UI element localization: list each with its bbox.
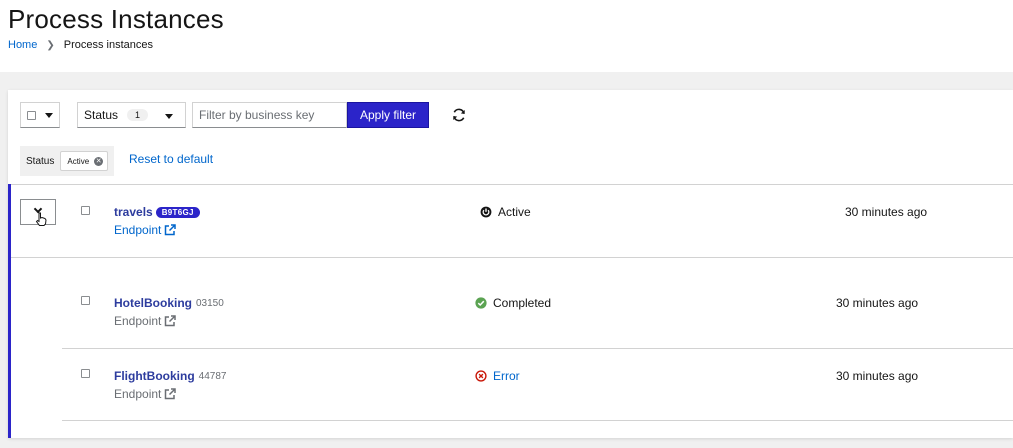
state-label: Active <box>498 205 531 219</box>
refresh-icon[interactable] <box>451 107 467 123</box>
business-key-text: 44787 <box>198 370 227 382</box>
business-key-badge: B9T6GJ <box>155 206 200 218</box>
breadcrumb: Home ❯ Process instances <box>8 39 153 51</box>
chip-group-category: Status <box>26 155 55 167</box>
last-update-text: 30 minutes ago <box>845 205 928 219</box>
business-key-text: 03150 <box>196 297 224 309</box>
row-divider <box>8 257 1013 258</box>
error-circle-icon <box>475 370 487 382</box>
business-key-filter-input[interactable] <box>192 102 347 128</box>
caret-down-icon <box>45 112 53 118</box>
process-list-card: Status 1 Apply filter Status Active ✕ Re… <box>8 90 1013 438</box>
hand-pointer-icon <box>35 212 47 226</box>
endpoint-label: Endpoint <box>114 387 162 401</box>
caret-down-icon <box>165 114 173 119</box>
page-header: Process Instances Home ❯ Process instanc… <box>0 0 1013 72</box>
process-name-link[interactable]: FlightBooking <box>114 369 195 383</box>
row-checkbox[interactable] <box>81 206 90 215</box>
bulk-select-dropdown[interactable] <box>20 102 60 128</box>
state-cell: Active <box>480 205 531 219</box>
status-chip-label: Active <box>67 156 90 166</box>
breadcrumb-current: Process instances <box>63 39 153 51</box>
table-row-name: travels B9T6GJ <box>114 205 200 219</box>
table-row-name: HotelBooking 03150 <box>114 296 224 310</box>
state-cell: Completed <box>475 296 551 310</box>
reset-to-default-link[interactable]: Reset to default <box>129 152 213 166</box>
expanded-row-indicator <box>8 184 11 438</box>
endpoint-link[interactable]: Endpoint <box>114 314 177 328</box>
external-link-icon <box>165 388 177 400</box>
apply-filter-button[interactable]: Apply filter <box>347 102 429 128</box>
status-filter-count-badge: 1 <box>127 109 149 121</box>
bulk-select-checkbox[interactable] <box>27 110 36 120</box>
close-circle-icon[interactable]: ✕ <box>94 156 104 166</box>
chevron-right-icon: ❯ <box>46 39 55 51</box>
row-checkbox[interactable] <box>81 296 90 305</box>
check-circle-icon <box>475 297 487 309</box>
status-chip-group: Status Active ✕ <box>20 146 115 176</box>
row-checkbox[interactable] <box>81 369 90 378</box>
process-name-link[interactable]: travels <box>114 205 153 219</box>
state-cell[interactable]: Error <box>475 369 520 383</box>
status-chip: Active ✕ <box>60 151 109 171</box>
row-divider <box>8 184 1013 185</box>
last-update-text: 30 minutes ago <box>836 369 919 383</box>
status-filter-dropdown[interactable]: Status 1 <box>77 102 186 128</box>
endpoint-label: Endpoint <box>114 223 162 237</box>
row-divider <box>62 348 1013 349</box>
power-icon <box>480 206 492 218</box>
endpoint-link[interactable]: Endpoint <box>114 387 177 401</box>
page-title: Process Instances <box>8 4 224 34</box>
table-row-name: FlightBooking 44787 <box>114 369 226 383</box>
last-update-text: 30 minutes ago <box>836 296 919 310</box>
process-name-link[interactable]: HotelBooking <box>114 296 192 310</box>
status-filter-label: Status <box>84 108 119 122</box>
row-divider <box>62 420 1013 421</box>
breadcrumb-home-link[interactable]: Home <box>8 39 37 51</box>
endpoint-link[interactable]: Endpoint <box>114 223 177 237</box>
external-link-icon <box>165 224 177 236</box>
external-link-icon <box>165 315 177 327</box>
state-label: Completed <box>493 296 552 310</box>
endpoint-label: Endpoint <box>114 314 162 328</box>
state-label: Error <box>493 369 520 383</box>
